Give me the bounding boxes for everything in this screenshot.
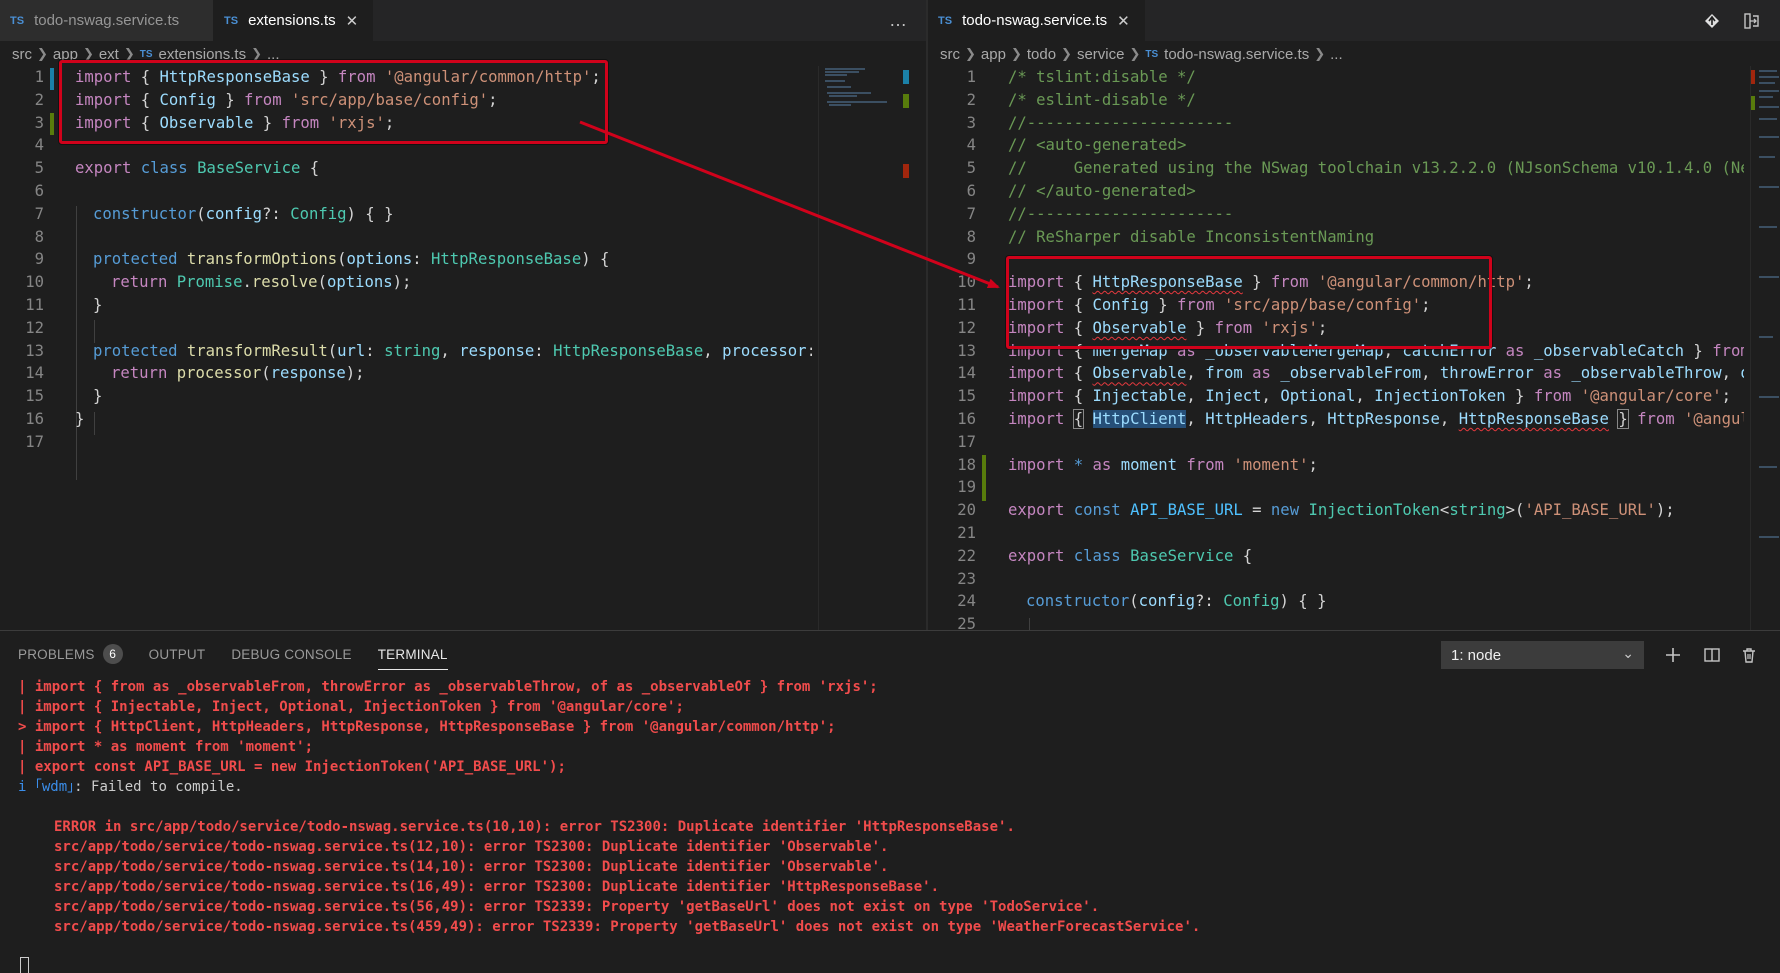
terminal-error-line: src/app/todo/service/todo-nswag.service.… xyxy=(54,839,889,855)
tab-terminal[interactable]: TERMINAL xyxy=(377,640,448,670)
terminal-error-line: src/app/todo/service/todo-nswag.service.… xyxy=(54,899,1100,915)
terminal-select[interactable]: 1: node ⌄ xyxy=(1441,641,1644,669)
tab-problems[interactable]: PROBLEMS 6 xyxy=(18,631,123,677)
terminal-line: i ｢wdm｣: Failed to compile. xyxy=(18,777,243,797)
annotation-arrow xyxy=(579,120,1000,289)
tab-label: OUTPUT xyxy=(148,646,206,662)
tab-debug-console[interactable]: DEBUG CONSOLE xyxy=(231,631,351,677)
terminal-line: | import { from as _observableFrom, thro… xyxy=(18,679,878,695)
terminal-line: | export const API_BASE_URL = new Inject… xyxy=(18,759,566,775)
terminal-output[interactable]: | import { from as _observableFrom, thro… xyxy=(18,677,1770,973)
terminal-cursor xyxy=(20,957,29,973)
split-terminal-icon[interactable] xyxy=(1698,641,1726,669)
terminal-line: > import { HttpClient, HttpHeaders, Http… xyxy=(18,719,836,735)
terminal-error-line: src/app/todo/service/todo-nswag.service.… xyxy=(54,919,1201,935)
chevron-down-icon: ⌄ xyxy=(1622,645,1634,661)
bottom-panel: PROBLEMS 6 OUTPUT DEBUG CONSOLE TERMINAL… xyxy=(0,630,1780,973)
tab-output[interactable]: OUTPUT xyxy=(149,631,206,677)
terminal-select-value: 1: node xyxy=(1451,646,1502,664)
tab-label: DEBUG CONSOLE xyxy=(231,646,352,662)
terminal-error-line: ERROR in src/app/todo/service/todo-nswag… xyxy=(54,819,1015,835)
tab-label: TERMINAL xyxy=(377,647,448,662)
terminal-error-line: src/app/todo/service/todo-nswag.service.… xyxy=(54,859,889,875)
terminal-line: | import * as moment from 'moment'; xyxy=(18,739,314,755)
terminal-line: | import { Injectable, Inject, Optional,… xyxy=(18,699,684,715)
plus-icon[interactable] xyxy=(1659,641,1687,669)
trash-icon[interactable] xyxy=(1735,641,1763,669)
wdm-message: : Failed to compile. xyxy=(74,779,243,795)
problems-count-badge: 6 xyxy=(102,644,123,664)
terminal-error-line: src/app/todo/service/todo-nswag.service.… xyxy=(54,879,940,895)
tab-label: PROBLEMS xyxy=(18,646,95,662)
wdm-prefix: i ｢wdm｣ xyxy=(18,779,75,795)
